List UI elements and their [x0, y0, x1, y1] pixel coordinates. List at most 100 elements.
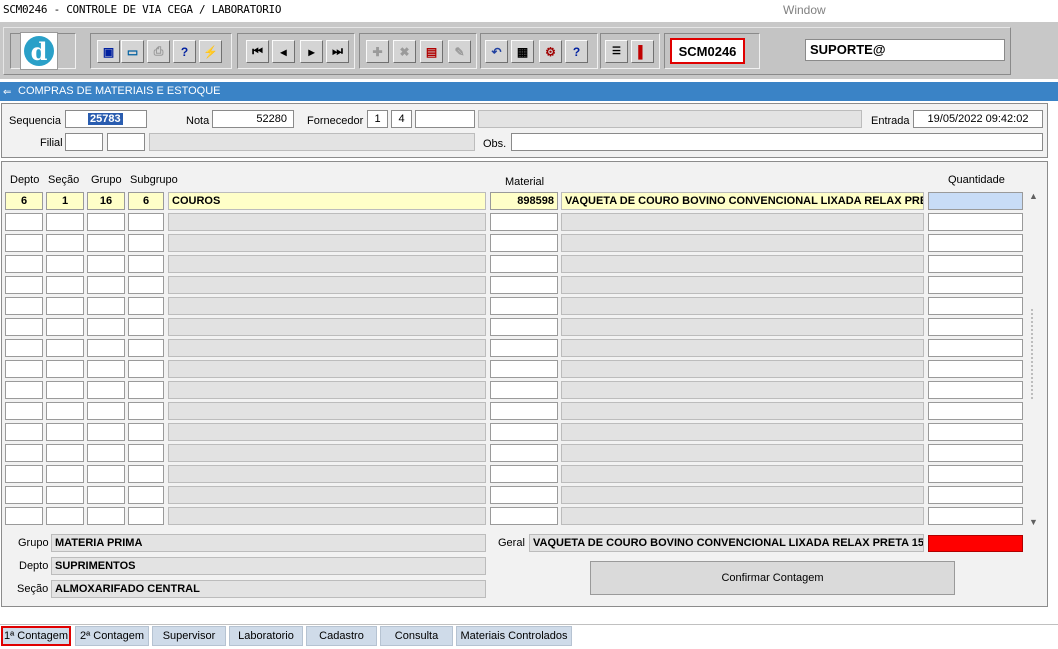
material-desc-cell[interactable] [561, 444, 924, 462]
quantidade-cell[interactable] [928, 297, 1023, 315]
subgrupo-cell[interactable] [128, 444, 164, 462]
material-cell[interactable] [490, 255, 558, 273]
grupo-desc-cell[interactable] [168, 423, 486, 441]
delete-record-icon[interactable]: ✖ [393, 40, 416, 63]
depto-cell[interactable] [5, 234, 43, 252]
fornecedor-code-field[interactable]: 1 [367, 110, 388, 128]
quantidade-cell[interactable] [928, 507, 1023, 525]
grupo-cell[interactable] [87, 213, 125, 231]
grupo-cell[interactable] [87, 444, 125, 462]
tab-supervisor[interactable]: Supervisor [152, 626, 226, 646]
scroll-grip[interactable] [1031, 309, 1037, 399]
grupo-desc-cell[interactable] [168, 402, 486, 420]
secao-cell[interactable] [46, 213, 84, 231]
subgrupo-cell[interactable]: 6 [128, 192, 164, 210]
depto-cell[interactable] [5, 255, 43, 273]
material-cell[interactable] [490, 360, 558, 378]
subgrupo-cell[interactable] [128, 402, 164, 420]
secao-cell[interactable] [46, 465, 84, 483]
grupo-cell[interactable] [87, 255, 125, 273]
edit-record-icon[interactable]: ✎ [448, 40, 471, 63]
grupo-desc-cell[interactable] [168, 360, 486, 378]
grupo-cell[interactable] [87, 339, 125, 357]
quantidade-cell[interactable] [928, 486, 1023, 504]
depto-cell[interactable] [5, 360, 43, 378]
undo-icon[interactable]: ↶ [485, 40, 508, 63]
quantidade-cell[interactable] [928, 255, 1023, 273]
material-desc-cell[interactable] [561, 255, 924, 273]
subgrupo-cell[interactable] [128, 465, 164, 483]
secao-cell[interactable] [46, 402, 84, 420]
fornecedor-branch-field[interactable]: 4 [391, 110, 412, 128]
help-icon[interactable]: ? [565, 40, 588, 63]
depto-cell[interactable] [5, 444, 43, 462]
quantidade-cell[interactable] [928, 381, 1023, 399]
subgrupo-cell[interactable] [128, 213, 164, 231]
subgrupo-cell[interactable] [128, 381, 164, 399]
tab-consulta[interactable]: Consulta [380, 626, 453, 646]
material-desc-cell[interactable] [561, 234, 924, 252]
grupo-cell[interactable]: 16 [87, 192, 125, 210]
grupo-desc-cell[interactable] [168, 318, 486, 336]
filial-code-field[interactable] [65, 133, 103, 151]
insert-record-icon[interactable]: ✚ [366, 40, 389, 63]
grupo-cell[interactable] [87, 360, 125, 378]
material-cell[interactable] [490, 297, 558, 315]
grupo-desc-cell[interactable] [168, 234, 486, 252]
next-record-icon[interactable]: ▸ [300, 40, 323, 63]
subgrupo-cell[interactable] [128, 507, 164, 525]
secao-cell[interactable] [46, 318, 84, 336]
first-record-icon[interactable]: ⏮ [246, 40, 269, 63]
nota-field[interactable]: 52280 [212, 110, 294, 128]
execute-query-icon[interactable]: ⚡ [199, 40, 222, 63]
material-cell[interactable]: 898598 [490, 192, 558, 210]
grupo-cell[interactable] [87, 318, 125, 336]
material-cell[interactable] [490, 339, 558, 357]
settings-icon[interactable]: ⚙ [539, 40, 562, 63]
quantidade-cell[interactable] [928, 276, 1023, 294]
depto-cell[interactable] [5, 339, 43, 357]
sequencia-field[interactable]: 25783 [65, 110, 147, 128]
depto-cell[interactable] [5, 318, 43, 336]
secao-cell[interactable] [46, 276, 84, 294]
grupo-desc-cell[interactable] [168, 213, 486, 231]
subgrupo-cell[interactable] [128, 486, 164, 504]
grupo-desc-cell[interactable]: COUROS [168, 192, 486, 210]
tab-2a-contagem[interactable]: 2ª Contagem [75, 626, 149, 646]
subgrupo-cell[interactable] [128, 423, 164, 441]
grupo-desc-cell[interactable] [168, 276, 486, 294]
depto-cell[interactable] [5, 381, 43, 399]
exit-icon[interactable]: ▌ [631, 40, 654, 63]
grupo-desc-cell[interactable] [168, 507, 486, 525]
grupo-cell[interactable] [87, 423, 125, 441]
query-icon[interactable]: ? [173, 40, 196, 63]
grupo-desc-cell[interactable] [168, 381, 486, 399]
subgrupo-cell[interactable] [128, 297, 164, 315]
quantidade-cell[interactable] [928, 213, 1023, 231]
secao-cell[interactable]: 1 [46, 192, 84, 210]
secao-cell[interactable] [46, 423, 84, 441]
confirm-count-button[interactable]: Confirmar Contagem [590, 561, 955, 595]
depto-cell[interactable] [5, 465, 43, 483]
subgrupo-cell[interactable] [128, 234, 164, 252]
secao-cell[interactable] [46, 297, 84, 315]
secao-cell[interactable] [46, 381, 84, 399]
grupo-cell[interactable] [87, 276, 125, 294]
quantidade-cell[interactable] [928, 465, 1023, 483]
depto-cell[interactable]: 6 [5, 192, 43, 210]
tab-cadastro[interactable]: Cadastro [306, 626, 377, 646]
material-desc-cell[interactable] [561, 465, 924, 483]
material-desc-cell[interactable] [561, 318, 924, 336]
material-desc-cell[interactable]: VAQUETA DE COURO BOVINO CONVENCIONAL LIX… [561, 192, 924, 210]
depto-cell[interactable] [5, 276, 43, 294]
material-cell[interactable] [490, 423, 558, 441]
secao-cell[interactable] [46, 507, 84, 525]
material-desc-cell[interactable] [561, 402, 924, 420]
clear-record-icon[interactable]: ▤ [420, 40, 443, 63]
material-desc-cell[interactable] [561, 486, 924, 504]
grupo-desc-cell[interactable] [168, 255, 486, 273]
grupo-cell[interactable] [87, 465, 125, 483]
grupo-desc-cell[interactable] [168, 339, 486, 357]
material-desc-cell[interactable] [561, 339, 924, 357]
grupo-cell[interactable] [87, 297, 125, 315]
